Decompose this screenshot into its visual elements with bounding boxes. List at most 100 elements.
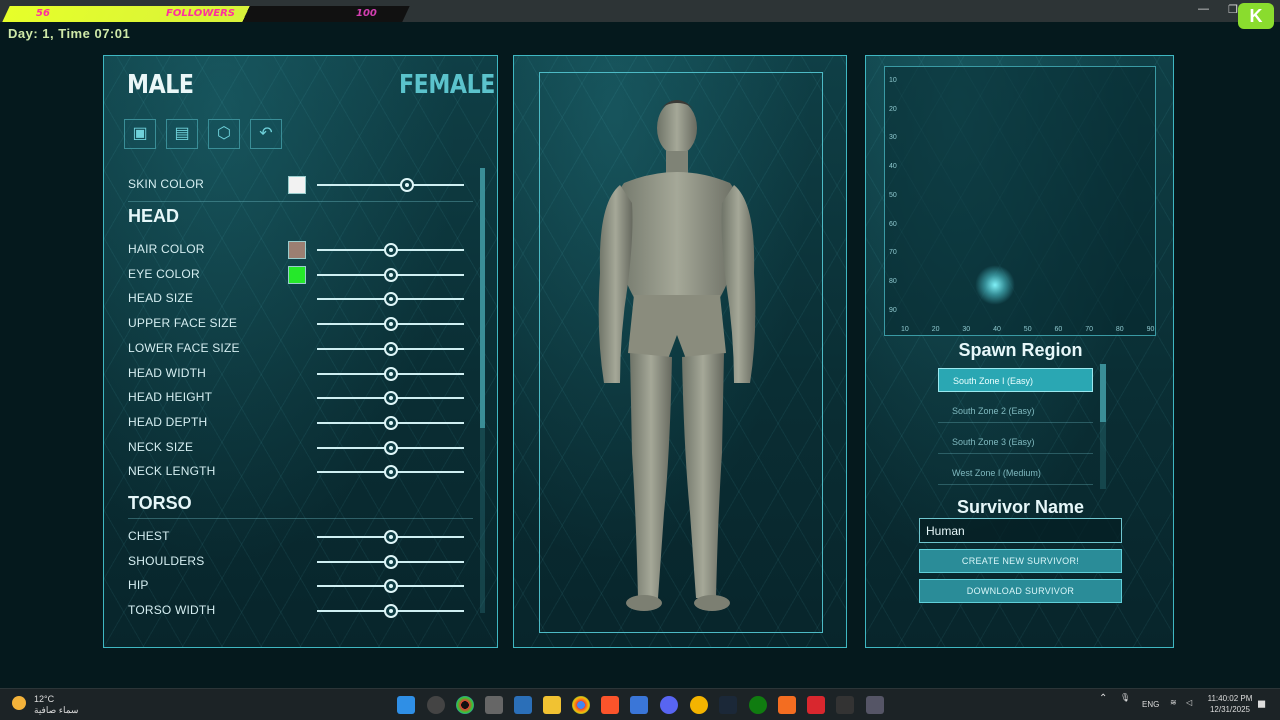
map-x-tick: 30 — [962, 326, 971, 333]
chat-icon[interactable] — [690, 696, 708, 714]
scrollbar-thumb[interactable] — [1100, 364, 1106, 422]
map-y-tick: 40 — [889, 163, 897, 171]
skin-color-slider[interactable] — [317, 178, 464, 192]
notification-icon[interactable]: ◼ — [1257, 697, 1266, 710]
randomize-icon[interactable]: ⬡ — [208, 119, 240, 149]
scrollbar-thumb[interactable] — [480, 168, 485, 428]
slider-thumb[interactable] — [383, 554, 398, 569]
slider-thumb[interactable] — [383, 243, 398, 257]
slider-thumb[interactable] — [383, 415, 398, 430]
appearance-scrollbar[interactable] — [480, 168, 485, 613]
terminal-icon[interactable] — [836, 696, 854, 714]
windows-start-icon[interactable] — [397, 696, 415, 714]
eye-color-swatch[interactable] — [288, 265, 306, 284]
head-width-row: HEAD WIDTH — [128, 364, 473, 384]
hex-app-icon[interactable] — [485, 696, 503, 714]
screen-app-icon[interactable] — [514, 696, 532, 714]
language-indicator[interactable]: ENG — [1142, 700, 1159, 709]
k-logo-icon: K — [1238, 3, 1274, 29]
map-x-tick: 10 — [901, 326, 909, 333]
hair-color-row: HAIR COLOR — [128, 240, 473, 260]
spawn-region-item[interactable]: South Zone 3 (Easy) — [938, 430, 1093, 454]
maximize-icon[interactable]: ❐ — [1228, 3, 1238, 16]
slider-thumb[interactable] — [383, 391, 398, 406]
microphone-icon[interactable]: 🎙 — [1120, 693, 1130, 702]
slider-thumb[interactable] — [383, 366, 398, 381]
chest-slider[interactable] — [317, 530, 464, 544]
chevron-up-icon[interactable]: ⌃ — [1099, 693, 1107, 704]
head-size-label: HEAD SIZE — [128, 291, 194, 306]
folder-icon[interactable] — [543, 696, 561, 714]
shoulders-row: SHOULDERS — [128, 552, 473, 572]
upper-face-size-slider[interactable] — [317, 317, 464, 332]
undo-icon[interactable]: ↶ — [250, 119, 282, 149]
hair-color-slider[interactable] — [317, 243, 464, 257]
hair-color-swatch[interactable] — [288, 241, 306, 259]
slider-thumb[interactable] — [383, 292, 398, 307]
survivor-name-input[interactable] — [919, 518, 1122, 543]
slider-thumb[interactable] — [383, 579, 398, 594]
download-survivor-button[interactable]: DOWNLOAD SURVIVOR — [919, 579, 1122, 603]
shoulders-slider[interactable] — [317, 554, 464, 569]
head-depth-slider[interactable] — [317, 415, 464, 430]
map-y-tick: 20 — [889, 105, 897, 113]
ark-game-icon[interactable] — [866, 696, 884, 714]
torso-width-label: TORSO WIDTH — [128, 603, 216, 618]
region-scrollbar[interactable] — [1100, 364, 1106, 489]
discord-icon[interactable] — [660, 696, 678, 714]
create-survivor-button[interactable]: CREATE NEW SURVIVOR! — [919, 549, 1122, 573]
head-size-slider[interactable] — [317, 292, 464, 307]
color-wheel-icon[interactable] — [456, 696, 474, 714]
followers-label: FOLLOWERS — [166, 8, 235, 19]
character-preview[interactable] — [539, 72, 823, 633]
upper-face-size-row: UPPER FACE SIZE — [128, 314, 473, 334]
chrome-icon[interactable] — [572, 696, 590, 714]
window-title-bar: 56 FOLLOWERS 100 — ❐ — [0, 0, 1280, 22]
power-icon[interactable] — [427, 696, 445, 714]
slider-thumb[interactable] — [383, 267, 398, 282]
steam-icon[interactable] — [719, 696, 737, 714]
spawn-map[interactable]: 10 20 30 40 50 60 70 80 90 10 20 30 40 50 60 70 80 90 — [884, 66, 1156, 336]
save-icon[interactable]: ▣ — [124, 119, 156, 149]
neck-size-slider[interactable] — [317, 440, 464, 455]
slider-thumb[interactable] — [399, 178, 414, 192]
skin-color-swatch[interactable] — [288, 176, 306, 194]
taskbar: 12°C سماء صافية ⌃ 🎙 ENG ≋ ◁ 11:40:02 PM … — [0, 688, 1280, 720]
wifi-icon[interactable]: ≋ — [1170, 698, 1177, 707]
hip-slider[interactable] — [317, 579, 464, 594]
brave-icon[interactable] — [601, 696, 619, 714]
spawn-region-title: Spawn Region — [958, 340, 1083, 360]
app-red-icon[interactable] — [807, 696, 825, 714]
moon-icon — [12, 696, 26, 710]
eye-color-slider[interactable] — [317, 267, 464, 282]
spawn-region-item[interactable]: West Zone I (Medium) — [938, 461, 1093, 485]
map-y-tick: 80 — [889, 277, 897, 285]
app-a-icon[interactable] — [778, 696, 796, 714]
lower-face-size-slider[interactable] — [317, 341, 464, 356]
volume-icon[interactable]: ◁ — [1186, 698, 1192, 707]
slider-thumb[interactable] — [383, 530, 398, 544]
load-icon[interactable]: ▤ — [166, 119, 198, 149]
slider-thumb[interactable] — [383, 604, 398, 619]
store-icon[interactable] — [630, 696, 648, 714]
torso-width-slider[interactable] — [317, 604, 464, 619]
slider-thumb[interactable] — [383, 465, 398, 480]
spawn-region-item[interactable]: South Zone 2 (Easy) — [938, 399, 1093, 423]
clock-time: 11:40:02 PM — [1207, 694, 1253, 703]
xbox-icon[interactable] — [749, 696, 767, 714]
neck-length-slider[interactable] — [317, 465, 464, 480]
day-time-display: Day: 1, Time 07:01 — [8, 26, 131, 41]
female-tab[interactable]: FEMALE — [399, 70, 495, 100]
spawn-region-item[interactable]: South Zone I (Easy) — [938, 368, 1093, 392]
minimize-icon[interactable]: — — [1198, 3, 1209, 15]
lower-face-size-row: LOWER FACE SIZE — [128, 339, 473, 359]
slider-thumb[interactable] — [383, 440, 398, 455]
head-height-slider[interactable] — [317, 391, 464, 406]
head-section-title: HEAD — [128, 206, 180, 226]
male-tab[interactable]: MALE — [127, 70, 194, 100]
clock[interactable]: 11:40:02 PM 12/31/2025 — [1200, 693, 1260, 715]
slider-thumb[interactable] — [383, 317, 398, 332]
head-width-slider[interactable] — [317, 366, 464, 381]
character-preview-panel — [513, 55, 847, 648]
slider-thumb[interactable] — [383, 341, 398, 356]
